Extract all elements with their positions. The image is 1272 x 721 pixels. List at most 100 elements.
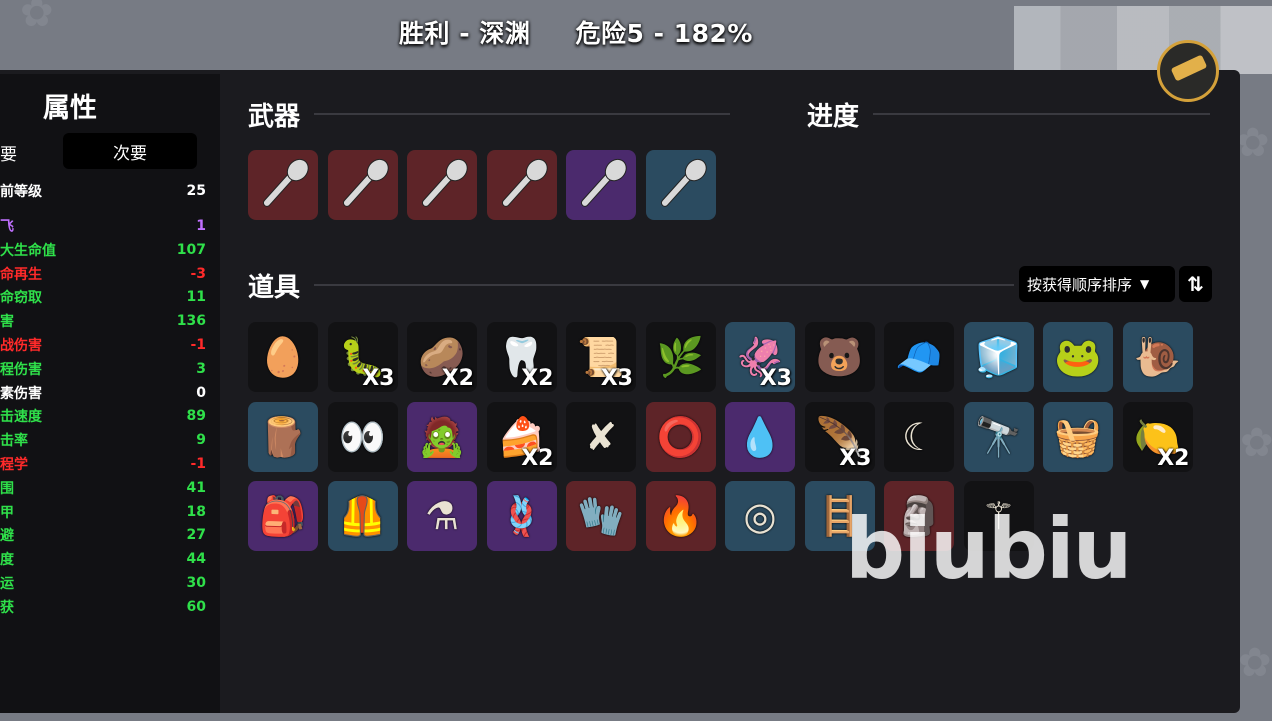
- stats-title: 属性: [43, 93, 97, 124]
- spoon-icon: [499, 161, 544, 209]
- weapon-slot[interactable]: [566, 150, 636, 220]
- bloody-glove-icon: 🧤: [577, 494, 625, 538]
- weapon-slot[interactable]: [327, 150, 398, 220]
- item-slot[interactable]: 🍋 X2: [1122, 402, 1193, 472]
- item-slot[interactable]: 🪵: [248, 402, 318, 472]
- weapons-divider: [314, 113, 730, 115]
- item-count: X2: [521, 366, 554, 391]
- item-count: X3: [759, 366, 792, 391]
- item-slot[interactable]: 💧: [725, 402, 795, 472]
- stat-row[interactable]: 前等级 25: [0, 180, 206, 202]
- stat-label: 甲: [0, 504, 14, 521]
- item-slot[interactable]: 🧟: [407, 402, 477, 472]
- item-slot[interactable]: 🌿: [645, 322, 716, 392]
- stat-label: 战伤害: [0, 338, 42, 354]
- item-slot[interactable]: 🐸: [1043, 322, 1113, 392]
- item-slot[interactable]: 🦺: [327, 481, 398, 551]
- item-slot[interactable]: 🧢: [884, 322, 954, 392]
- stat-label: 命窃取: [0, 290, 42, 307]
- background-coral-decoration: ✿: [1238, 640, 1272, 686]
- item-count: X2: [441, 366, 474, 391]
- item-slot[interactable]: 🥔 X2: [407, 322, 477, 392]
- item-slot[interactable]: 🐛 X3: [327, 322, 398, 392]
- weapon-slot[interactable]: [486, 150, 557, 220]
- stat-row[interactable]: 击速度 89: [0, 405, 206, 427]
- item-slot[interactable]: 🎒: [248, 481, 318, 551]
- stat-row[interactable]: 甲 18: [0, 501, 206, 523]
- watermark-text: biubiu: [845, 500, 1132, 598]
- progress-divider: [873, 113, 1210, 115]
- stat-value: 0: [196, 384, 206, 401]
- item-count: X2: [1157, 446, 1190, 471]
- tab-primary-stats[interactable]: 要: [0, 140, 17, 165]
- item-slot[interactable]: 🦷 X2: [486, 322, 557, 392]
- stat-row[interactable]: 击率 9: [0, 429, 206, 451]
- weapon-slot[interactable]: [248, 150, 318, 220]
- item-slot[interactable]: ◎: [725, 481, 795, 551]
- stat-row[interactable]: 命再生 -3: [0, 263, 206, 285]
- stat-label: 素伤害: [0, 385, 42, 402]
- belt-icon: ⭕: [656, 415, 705, 459]
- stat-label: 害: [0, 314, 14, 331]
- progress-heading: 进度: [807, 102, 860, 132]
- weapons-heading: 武器: [248, 102, 301, 132]
- stat-row[interactable]: 素伤害 0: [0, 382, 206, 404]
- background-coral-decoration: ✿: [1240, 420, 1272, 466]
- item-slot[interactable]: 🧺: [1043, 402, 1113, 472]
- item-count: X3: [600, 366, 633, 391]
- stat-row[interactable]: 命窃取 11: [0, 286, 206, 308]
- item-slot[interactable]: ☾: [884, 402, 954, 472]
- stat-row[interactable]: 度 44: [0, 548, 206, 570]
- stat-row[interactable]: 程学 -1: [0, 453, 206, 475]
- stat-row[interactable]: 程伤害 3: [0, 358, 206, 380]
- item-slot[interactable]: 📜 X3: [566, 322, 636, 392]
- stat-row[interactable]: 避 27: [0, 524, 206, 546]
- egg-mustache-icon: 🥚: [259, 335, 307, 379]
- beanie-icon: 🧢: [895, 335, 943, 379]
- stat-label: 围: [0, 480, 14, 497]
- sort-order-label: 按获得顺序排序: [1027, 275, 1133, 294]
- herb-sack-icon: 🌿: [656, 335, 705, 379]
- item-slot[interactable]: 🐻: [804, 322, 875, 392]
- crescent-icon: ☾: [901, 415, 937, 459]
- item-slot[interactable]: 🥚: [248, 322, 318, 392]
- stat-row[interactable]: 围 41: [0, 477, 206, 499]
- item-count: X3: [362, 366, 395, 391]
- weapon-slot[interactable]: [645, 150, 716, 220]
- frog-icon: 🐸: [1054, 335, 1102, 379]
- stat-label: 获: [0, 599, 14, 616]
- stat-row[interactable]: 战伤害 -1: [0, 334, 206, 356]
- spoon-icon: [340, 161, 385, 209]
- sort-direction-toggle[interactable]: ⇅: [1179, 266, 1212, 302]
- vest-icon: 🦺: [338, 494, 387, 538]
- stat-row[interactable]: 飞1: [0, 215, 206, 237]
- basket-icon: 🧺: [1054, 415, 1102, 459]
- item-slot[interactable]: 🔥: [645, 481, 716, 551]
- item-slot[interactable]: 🧊: [963, 322, 1034, 392]
- stat-value: 11: [186, 289, 206, 306]
- stat-label: 程学: [0, 457, 28, 473]
- item-slot[interactable]: ⭕: [645, 402, 716, 472]
- weapon-slot[interactable]: [407, 150, 477, 220]
- item-slot[interactable]: 🔭: [963, 402, 1034, 472]
- item-slot[interactable]: 🧤: [566, 481, 636, 551]
- stat-row[interactable]: 获 60: [0, 596, 206, 618]
- tab-secondary-stats[interactable]: 次要: [63, 133, 197, 169]
- item-slot[interactable]: ✘: [566, 402, 636, 472]
- run-result-title: 胜利 - 深渊 危险5 - 182%: [0, 14, 1152, 50]
- spoon-icon: [261, 161, 305, 209]
- item-slot[interactable]: 🦑 X3: [725, 322, 795, 392]
- item-slot[interactable]: 🪶 X3: [804, 402, 875, 472]
- item-slot[interactable]: 👀: [327, 402, 398, 472]
- stat-row[interactable]: 运 30: [0, 572, 206, 594]
- stat-row[interactable]: 大生命值 107: [0, 239, 206, 261]
- item-slot[interactable]: 🪢: [486, 481, 557, 551]
- stat-value: 60: [186, 598, 206, 615]
- item-slot[interactable]: ⚗: [407, 481, 477, 551]
- item-slot[interactable]: 🐌: [1122, 322, 1193, 392]
- sort-order-dropdown[interactable]: 按获得顺序排序 ▼: [1019, 266, 1175, 302]
- stat-value: 136: [176, 313, 206, 330]
- stat-value: -1: [190, 456, 206, 472]
- item-slot[interactable]: 🍰 X2: [486, 402, 557, 472]
- stat-row[interactable]: 害 136: [0, 310, 206, 332]
